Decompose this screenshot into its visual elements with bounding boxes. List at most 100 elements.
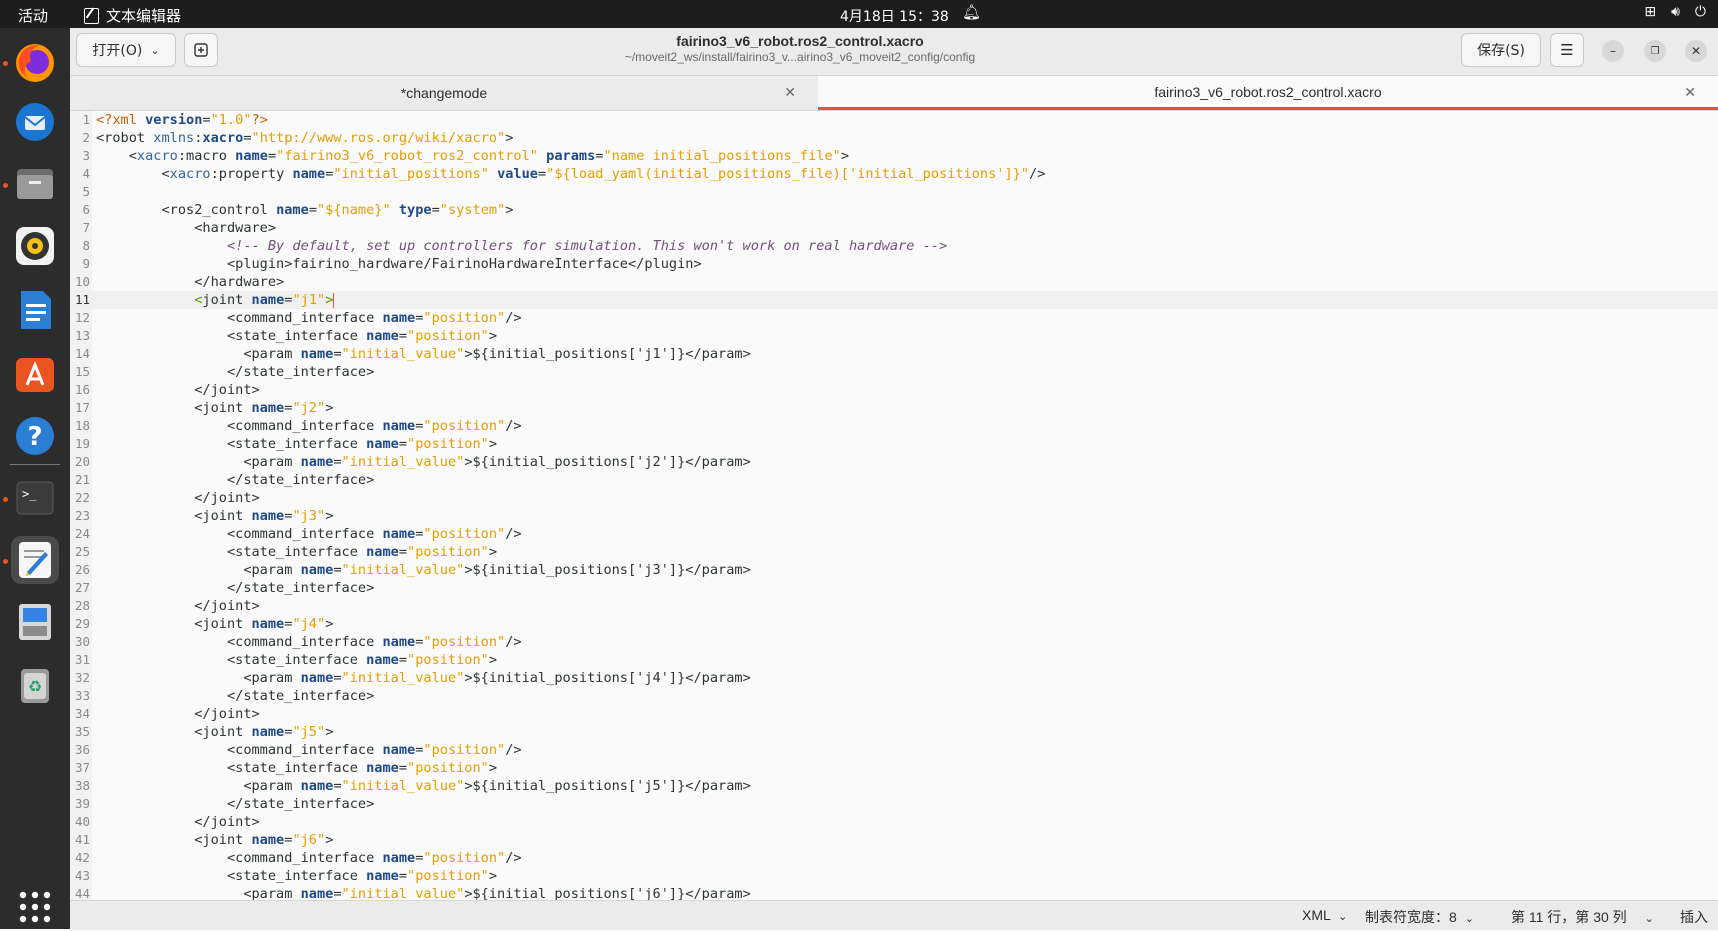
minimize-button[interactable]: –	[1602, 40, 1624, 62]
cursor-position-selector[interactable]: 第 11 行，第 30 列 ⌄	[1511, 907, 1654, 927]
code-line[interactable]: 26 <param name="initial_value">${initial…	[70, 561, 1718, 579]
code-line[interactable]: 20 <param name="initial_value">${initial…	[70, 453, 1718, 471]
insert-mode-indicator: 插入	[1680, 909, 1708, 925]
code-line[interactable]: 39 </state_interface>	[70, 795, 1718, 813]
main-menu-button[interactable]: ☰	[1550, 33, 1584, 67]
code-line[interactable]: 8 <!-- By default, set up controllers fo…	[70, 237, 1718, 255]
code-line[interactable]: 32 <param name="initial_value">${initial…	[70, 669, 1718, 687]
line-number: 11	[74, 292, 90, 307]
writer-launcher[interactable]	[11, 286, 59, 334]
code-line[interactable]: 36 <command_interface name="position"/>	[70, 741, 1718, 759]
close-window-button[interactable]: ✕	[1685, 40, 1707, 62]
save-button[interactable]: 保存(S)	[1461, 33, 1541, 67]
tab-width-selector[interactable]: 制表符宽度：8 ⌄	[1365, 907, 1474, 927]
code-line[interactable]: 33 </state_interface>	[70, 687, 1718, 705]
code-line[interactable]: 38 <param name="initial_value">${initial…	[70, 777, 1718, 795]
code-line[interactable]: 6 <ros2_control name="${name}" type="sys…	[70, 201, 1718, 219]
volume-icon: 🔊︎	[1671, 4, 1680, 20]
line-number: 5	[82, 184, 90, 199]
show-apps-button[interactable]	[11, 883, 59, 931]
code-text: <param name="initial_value">${initial_po…	[96, 346, 751, 362]
files-launcher[interactable]	[11, 159, 59, 207]
code-line[interactable]: 9 <plugin>fairino_hardware/FairinoHardwa…	[70, 255, 1718, 273]
code-line[interactable]: 10 </hardware>	[70, 273, 1718, 291]
code-line[interactable]: 35 <joint name="j5">	[70, 723, 1718, 741]
code-text: <command_interface name="position"/>	[96, 418, 522, 434]
code-line[interactable]: 31 <state_interface name="position">	[70, 651, 1718, 669]
code-line[interactable]: 14 <param name="initial_value">${initial…	[70, 345, 1718, 363]
code-line[interactable]: 2 <robot xmlns:xacro="http://www.ros.org/…	[70, 129, 1718, 147]
code-line[interactable]: 44 <param name="initial_value">${initial…	[70, 885, 1718, 900]
code-line[interactable]: 1 <?xml version="1.0"?>	[70, 111, 1718, 129]
status-bar: XML ⌄ 制表符宽度：8 ⌄ 第 11 行，第 30 列 ⌄ 插入	[70, 900, 1718, 930]
code-line[interactable]: 25 <state_interface name="position">	[70, 543, 1718, 561]
chevron-down-icon: ⌄	[1644, 913, 1654, 925]
app-menu[interactable]: 文本编辑器	[84, 5, 181, 26]
code-line[interactable]: 17 <joint name="j2">	[70, 399, 1718, 417]
firefox-launcher[interactable]	[11, 39, 59, 87]
clock[interactable]: 4月18日 15：38	[840, 6, 949, 26]
app-center-launcher[interactable]	[11, 349, 59, 397]
code-line[interactable]: 43 <state_interface name="position">	[70, 867, 1718, 885]
code-line[interactable]: 19 <state_interface name="position">	[70, 435, 1718, 453]
line-number: 8	[82, 238, 90, 253]
text-editor-area[interactable]: 1 <?xml version="1.0"?> 2 <robot xmlns:xac…	[70, 111, 1718, 900]
text-editor-launcher[interactable]	[11, 536, 59, 584]
terminal-icon: >_	[16, 481, 54, 515]
code-line[interactable]: 3 <xacro:macro name="fairino3_v6_robot_r…	[70, 147, 1718, 165]
code-line[interactable]: 37 <state_interface name="position">	[70, 759, 1718, 777]
code-line[interactable]: 42 <command_interface name="position"/>	[70, 849, 1718, 867]
trash-launcher[interactable]: ♻	[11, 661, 59, 709]
code-text: <command_interface name="position"/>	[96, 310, 522, 326]
code-line-current[interactable]: 11 <joint name="j1">	[70, 291, 1718, 309]
code-line[interactable]: 23 <joint name="j3">	[70, 507, 1718, 525]
system-tray[interactable]: ⊞ 🔊︎ ⏻	[1644, 4, 1706, 20]
tab-bar: *changemode ✕ fairino3_v6_robot.ros2_con…	[70, 76, 1718, 111]
line-number: 36	[74, 742, 90, 757]
code-line[interactable]: 5	[70, 183, 1718, 201]
language-selector[interactable]: XML ⌄	[1302, 907, 1347, 923]
tab-changemode[interactable]: *changemode ✕	[70, 76, 818, 110]
disk-launcher[interactable]	[11, 598, 59, 646]
code-line[interactable]: 40 </joint>	[70, 813, 1718, 831]
thunderbird-launcher[interactable]	[11, 98, 59, 146]
code-line[interactable]: 7 <hardware>	[70, 219, 1718, 237]
top-bar: 活动 文本编辑器 4月18日 15：38 🔔︎ ⊞ 🔊︎ ⏻	[0, 0, 1718, 28]
code-line[interactable]: 22 </joint>	[70, 489, 1718, 507]
code-line[interactable]: 34 </joint>	[70, 705, 1718, 723]
close-tab-icon[interactable]: ✕	[1684, 84, 1696, 101]
code-line[interactable]: 4 <xacro:property name="initial_position…	[70, 165, 1718, 183]
maximize-button[interactable]: ❐	[1644, 40, 1666, 62]
code-line[interactable]: 28 </joint>	[70, 597, 1718, 615]
open-button[interactable]: 打开(O) ⌄	[76, 33, 176, 67]
text-editor-icon	[19, 542, 51, 578]
code-line[interactable]: 27 </state_interface>	[70, 579, 1718, 597]
rhythmbox-launcher[interactable]	[11, 222, 59, 270]
help-launcher[interactable]: ?	[11, 412, 59, 460]
close-tab-icon[interactable]: ✕	[784, 84, 796, 101]
code-line[interactable]: 13 <state_interface name="position">	[70, 327, 1718, 345]
code-line[interactable]: 29 <joint name="j4">	[70, 615, 1718, 633]
code-text: <joint name="j3">	[96, 508, 334, 524]
line-number: 27	[74, 580, 90, 595]
rhythmbox-icon	[16, 227, 54, 265]
code-text: </state_interface>	[96, 364, 375, 380]
code-line[interactable]: 18 <command_interface name="position"/>	[70, 417, 1718, 435]
code-line[interactable]: 24 <command_interface name="position"/>	[70, 525, 1718, 543]
code-text: <joint name="j4">	[96, 616, 334, 632]
activities-button[interactable]: 活动	[18, 5, 48, 26]
new-document-button[interactable]	[184, 33, 218, 67]
tab-xacro[interactable]: fairino3_v6_robot.ros2_control.xacro ✕	[818, 76, 1718, 110]
code-line[interactable]: 21 </state_interface>	[70, 471, 1718, 489]
code-line[interactable]: 16 </joint>	[70, 381, 1718, 399]
code-text: <param name="initial_value">${initial_po…	[96, 886, 751, 900]
terminal-launcher[interactable]: >_	[11, 474, 59, 522]
code-text: <command_interface name="position"/>	[96, 526, 522, 542]
code-line[interactable]: 12 <command_interface name="position"/>	[70, 309, 1718, 327]
tab-width-label: 制表符宽度：8	[1365, 909, 1457, 925]
code-line[interactable]: 30 <command_interface name="position"/>	[70, 633, 1718, 651]
notification-bell-icon[interactable]: 🔔︎	[962, 3, 981, 21]
code-line[interactable]: 41 <joint name="j6">	[70, 831, 1718, 849]
line-number: 31	[74, 652, 90, 667]
code-line[interactable]: 15 </state_interface>	[70, 363, 1718, 381]
